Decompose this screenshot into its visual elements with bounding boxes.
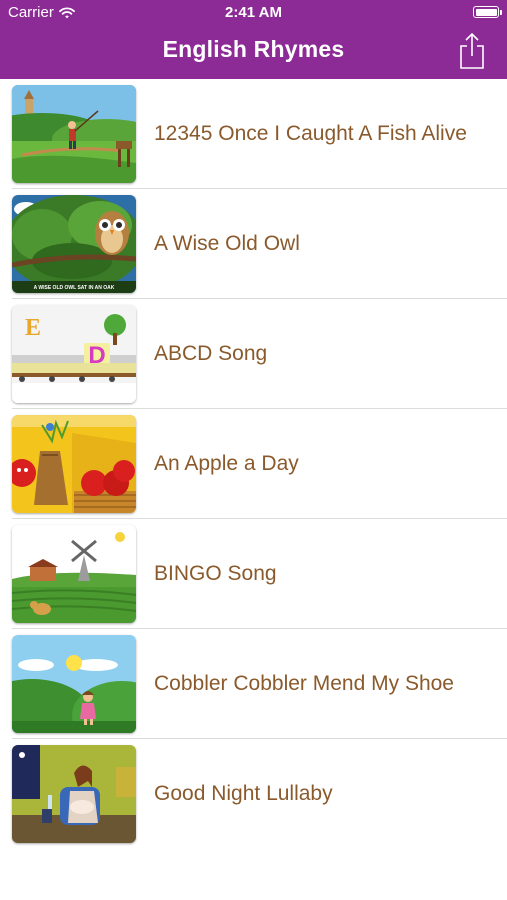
rhyme-title: Good Night Lullaby [154, 782, 333, 805]
battery-icon [473, 6, 502, 18]
girl-in-meadow-thumbnail [12, 635, 136, 733]
status-bar: Carrier 2:41 AM [0, 0, 507, 26]
rhyme-title: ABCD Song [154, 342, 268, 365]
list-item[interactable]: A WISE OLD OWL SAT IN AN OAK A Wise Old … [0, 189, 507, 299]
list-item[interactable]: Good Night Lullaby [0, 739, 507, 849]
share-icon[interactable] [457, 32, 487, 70]
thumbnail-caption: A WISE OLD OWL SAT IN AN OAK [34, 285, 115, 291]
mother-lullaby-thumbnail [12, 745, 136, 843]
rhyme-title: An Apple a Day [154, 452, 299, 475]
apples-basket-thumbnail [12, 415, 136, 513]
list-item[interactable]: Cobbler Cobbler Mend My Shoe [0, 629, 507, 739]
battery-fill [475, 8, 497, 16]
list-item[interactable]: BINGO Song [0, 519, 507, 629]
farm-windmill-thumbnail [12, 525, 136, 623]
rhyme-title: Cobbler Cobbler Mend My Shoe [154, 672, 454, 695]
page-title: English Rhymes [162, 36, 345, 62]
boy-fishing-thumbnail [12, 85, 136, 183]
thumbnail-letter: E [25, 315, 41, 341]
navigation-header: Carrier 2:41 AM English Rhymes [0, 0, 507, 79]
alphabet-train-thumbnail: E D [12, 305, 136, 403]
rhyme-title: 12345 Once I Caught A Fish Alive [154, 122, 467, 145]
list-item[interactable]: 12345 Once I Caught A Fish Alive [0, 79, 507, 189]
list-item[interactable]: E D ABCD Song [0, 299, 507, 409]
rhyme-title: A Wise Old Owl [154, 232, 300, 255]
list-item[interactable]: An Apple a Day [0, 409, 507, 519]
rhymes-list: 12345 Once I Caught A Fish Alive A WISE … [0, 79, 507, 849]
owl-in-tree-thumbnail: A WISE OLD OWL SAT IN AN OAK [12, 195, 136, 293]
rhyme-title: BINGO Song [154, 562, 277, 585]
status-time: 2:41 AM [225, 4, 282, 21]
